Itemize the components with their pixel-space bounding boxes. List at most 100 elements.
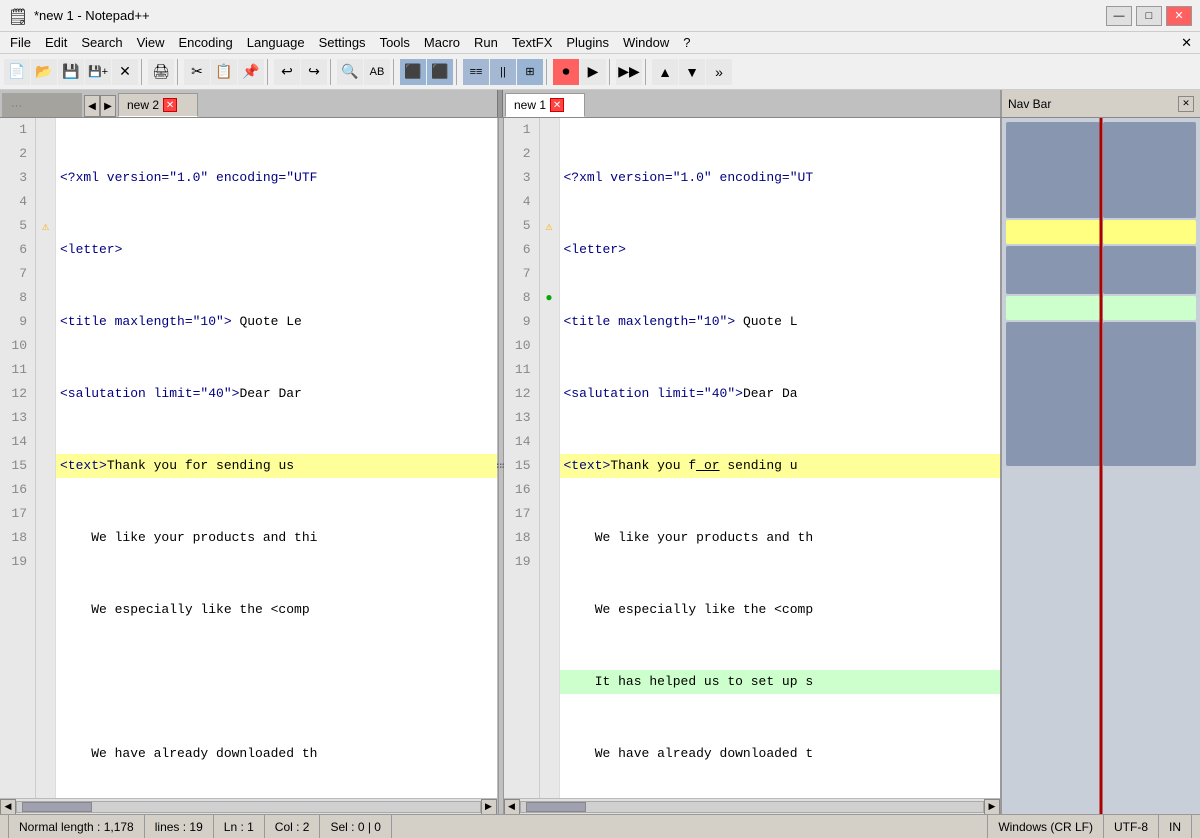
left-line-8 [56, 670, 497, 694]
tab-next-button[interactable]: ▶ [100, 95, 116, 117]
tb-paste[interactable]: 📌 [238, 59, 264, 85]
close-button[interactable]: ✕ [1166, 6, 1192, 26]
tab-inactive-1[interactable]: ··· [2, 93, 82, 117]
tb-close[interactable]: ✕ [112, 59, 138, 85]
menu-search[interactable]: Search [75, 34, 128, 51]
menu-tools[interactable]: Tools [374, 34, 416, 51]
tab-new1-close[interactable]: ✕ [550, 98, 564, 112]
menu-help[interactable]: ? [677, 34, 696, 51]
tab-new2[interactable]: new 2 ✕ [118, 93, 198, 117]
status-bar: Normal length : 1,178 lines : 19 Ln : 1 … [0, 814, 1200, 838]
nav-bar [1000, 118, 1200, 814]
right-line-2: <letter> [560, 238, 1001, 262]
left-line-6: We like your products and thi [56, 526, 497, 550]
left-line-2: <letter> [56, 238, 497, 262]
toolbar-separator-8 [609, 59, 613, 85]
status-normal-length: Normal length : 1,178 [8, 815, 145, 838]
bookmark-icon-8: ● [545, 291, 552, 305]
right-scroll-thumb[interactable] [526, 802, 586, 812]
status-ln: Ln : 1 [214, 815, 265, 838]
tb-sync-v[interactable]: || [490, 59, 516, 85]
maximize-button[interactable]: □ [1136, 6, 1162, 26]
right-line-4: <salutation limit="40">Dear Da [560, 382, 1001, 406]
editor-area: 1 2 3 4 5 6 7 8 9 10 11 12 13 14 15 16 1 [0, 118, 1200, 814]
menu-view[interactable]: View [131, 34, 171, 51]
left-gutter: ⚠ [36, 118, 56, 798]
right-scrollbar[interactable]: ◀ ▶ [504, 798, 1001, 814]
menu-plugins[interactable]: Plugins [560, 34, 615, 51]
tb-print[interactable]: 🖨 [148, 59, 174, 85]
tb-open[interactable]: 📂 [31, 59, 57, 85]
left-line-1: <?xml version="1.0" encoding="UTF [56, 166, 497, 190]
menu-edit[interactable]: Edit [39, 34, 73, 51]
menu-window[interactable]: Window [617, 34, 675, 51]
tb-save[interactable]: 💾 [58, 59, 84, 85]
nav-bar-title: Nav Bar [1008, 97, 1051, 111]
nav-seg-green [1006, 296, 1100, 320]
left-scrollbar[interactable]: ◀ ▶ [0, 798, 497, 814]
tab-prev-button[interactable]: ◀ [84, 95, 100, 117]
right-line-7: We especially like the <comp [560, 598, 1001, 622]
menu-close-icon[interactable]: ✕ [1177, 35, 1196, 51]
status-ins: IN [1159, 815, 1192, 838]
tab-new1-label: new 1 [514, 98, 546, 112]
tab-new1[interactable]: new 1 ✕ [505, 93, 585, 117]
tb-find[interactable]: 🔍 [337, 59, 363, 85]
left-line-numbers: 1 2 3 4 5 6 7 8 9 10 11 12 13 14 15 16 1 [0, 118, 36, 798]
tab-nav-buttons: ◀ ▶ [84, 95, 116, 117]
menu-settings[interactable]: Settings [313, 34, 372, 51]
tb-up[interactable]: ▲ [652, 59, 678, 85]
menu-run[interactable]: Run [468, 34, 504, 51]
tb-new[interactable]: 📄 [4, 59, 30, 85]
tb-save-all[interactable]: 💾+ [85, 59, 111, 85]
tb-zoom-out[interactable]: ⬛ [427, 59, 453, 85]
right-scroll-left[interactable]: ◀ [504, 799, 520, 815]
menu-bar: File Edit Search View Encoding Language … [0, 32, 1200, 54]
left-code-content[interactable]: <?xml version="1.0" encoding="UTF <lette… [56, 118, 497, 798]
tb-zoom-in[interactable]: ⬛ [400, 59, 426, 85]
left-scroll-thumb[interactable] [22, 802, 92, 812]
left-tab-bar: ··· ◀ ▶ new 2 ✕ [0, 90, 497, 117]
left-scroll-left[interactable]: ◀ [0, 799, 16, 815]
menu-macro[interactable]: Macro [418, 34, 466, 51]
minimize-button[interactable]: — [1106, 6, 1132, 26]
tb-sync-h[interactable]: ≡≡ [463, 59, 489, 85]
tb-run[interactable]: ▶▶ [616, 59, 642, 85]
right-scroll-track[interactable] [520, 801, 985, 813]
right-pane: 1 2 3 4 5 6 7 8 9 10 11 12 13 14 15 16 1 [504, 118, 1001, 814]
nav-seg-1 [1006, 122, 1100, 218]
nav-position-indicator [1100, 118, 1103, 814]
status-encoding: UTF-8 [1104, 815, 1159, 838]
left-scroll-track[interactable] [16, 801, 481, 813]
toolbar-separator-9 [645, 59, 649, 85]
nav-bar-close-button[interactable]: ✕ [1178, 96, 1194, 112]
tb-split[interactable]: ⊞ [517, 59, 543, 85]
tb-down[interactable]: ▼ [679, 59, 705, 85]
nav-seg-r-green [1103, 296, 1197, 320]
menu-file[interactable]: File [4, 34, 37, 51]
right-line-8: It has helped us to set up s [560, 670, 1001, 694]
left-line-9: We have already downloaded th [56, 742, 497, 766]
right-code-content[interactable]: <?xml version="1.0" encoding="UT <letter… [560, 118, 1001, 798]
left-line-5: <text>Thank you for sending us [56, 454, 497, 478]
tb-undo[interactable]: ↩ [274, 59, 300, 85]
menu-encoding[interactable]: Encoding [173, 34, 239, 51]
left-line-7: We especially like the <comp [56, 598, 497, 622]
left-scroll-right[interactable]: ▶ [481, 799, 497, 815]
tb-macro-rec[interactable]: ⏺ [553, 59, 579, 85]
right-line-3: <title maxlength="10"> Quote L [560, 310, 1001, 334]
status-sel: Sel : 0 | 0 [320, 815, 391, 838]
tb-macro-play[interactable]: ▶ [580, 59, 606, 85]
tb-more[interactable]: » [706, 59, 732, 85]
tb-copy[interactable]: 📋 [211, 59, 237, 85]
tab-new2-close[interactable]: ✕ [163, 98, 177, 112]
right-gutter: ⚠ ● [540, 118, 560, 798]
menu-language[interactable]: Language [241, 34, 311, 51]
tb-redo[interactable]: ↪ [301, 59, 327, 85]
right-scroll-right[interactable]: ▶ [984, 799, 1000, 815]
tb-replace[interactable]: AB [364, 59, 390, 85]
toolbar-separator-1 [141, 59, 145, 85]
menu-textfx[interactable]: TextFX [506, 34, 558, 51]
tb-cut[interactable]: ✂ [184, 59, 210, 85]
nav-seg-2 [1006, 246, 1100, 294]
